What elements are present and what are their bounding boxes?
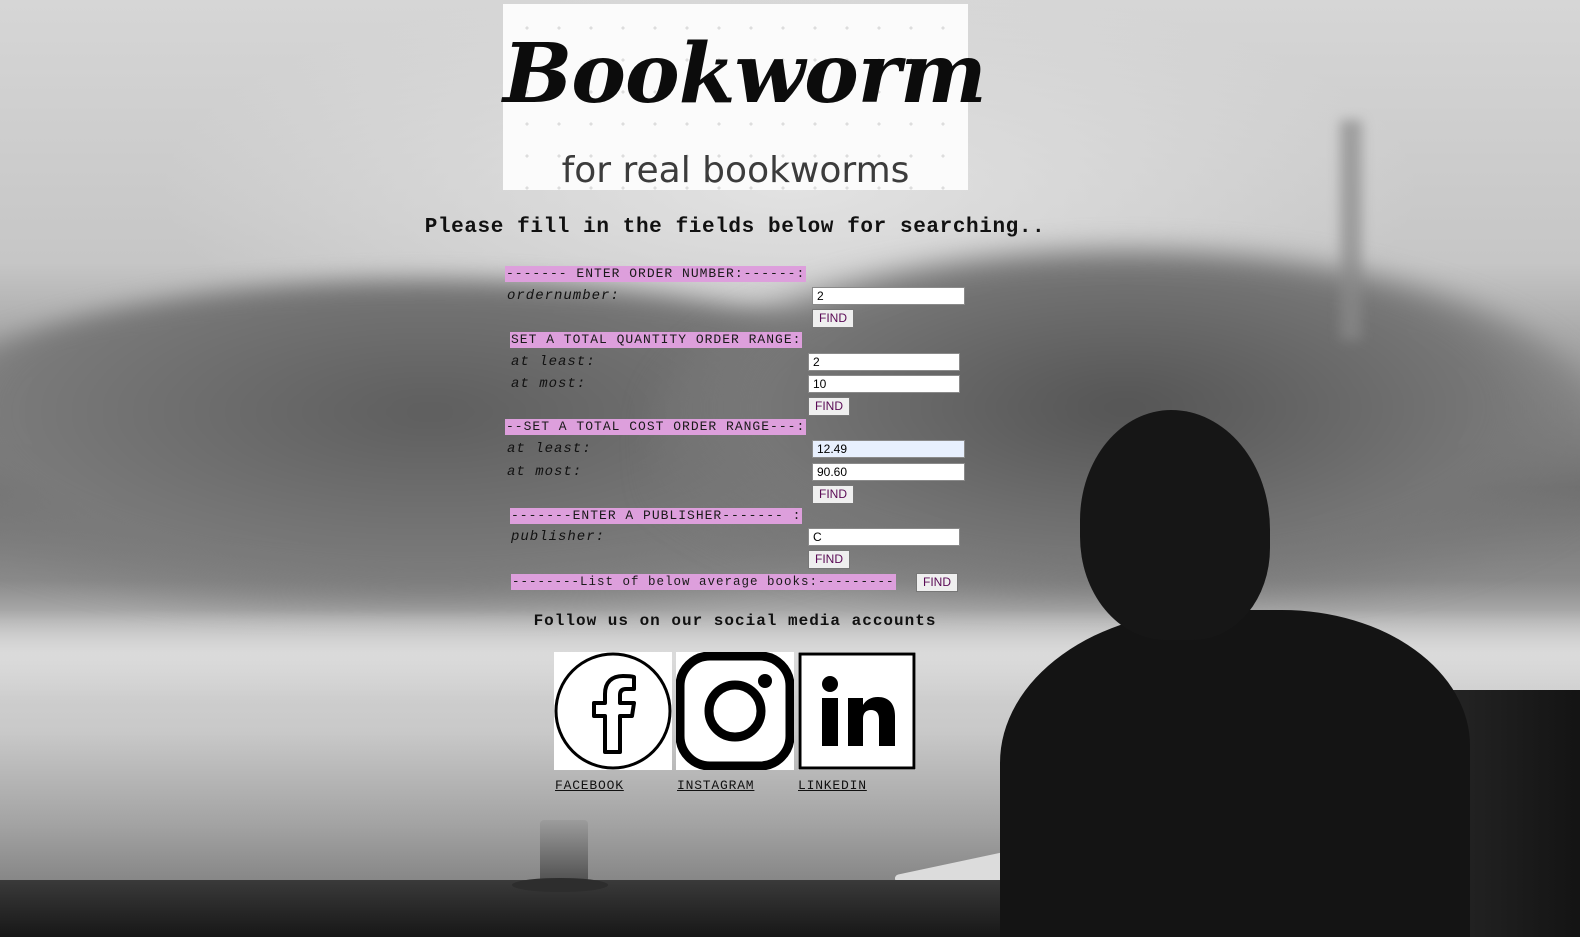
- cost-least-input[interactable]: [812, 440, 965, 458]
- quantity-least-label: at least:: [511, 354, 596, 370]
- cost-most-label: at most:: [507, 464, 583, 480]
- ordernumber-input[interactable]: [812, 287, 965, 305]
- cost-most-input[interactable]: [812, 463, 965, 481]
- quantity-most-label: at most:: [511, 376, 587, 392]
- publisher-input[interactable]: [808, 528, 960, 546]
- find-order-button[interactable]: FIND: [812, 309, 854, 328]
- find-below-average-button[interactable]: FIND: [916, 573, 958, 592]
- cost-least-label: at least:: [507, 441, 592, 457]
- find-publisher-button[interactable]: FIND: [808, 550, 850, 569]
- logo-tagline: for real bookworms: [561, 150, 910, 191]
- find-quantity-button[interactable]: FIND: [808, 397, 850, 416]
- instagram-icon[interactable]: [675, 651, 795, 771]
- page-heading: Please fill in the fields below for sear…: [424, 216, 1046, 239]
- quantity-most-input[interactable]: [808, 375, 960, 393]
- find-cost-button[interactable]: FIND: [812, 485, 854, 504]
- publisher-label: publisher:: [511, 529, 606, 545]
- cost-range-band: --SET A TOTAL COST ORDER RANGE---:: [505, 419, 807, 435]
- facebook-link[interactable]: FACEBOOK: [555, 778, 624, 793]
- bookworm-logo: Bookworm for real bookworms: [503, 4, 987, 191]
- quantity-least-input[interactable]: [808, 353, 960, 371]
- linkedin-link[interactable]: LINKEDIN: [798, 778, 867, 793]
- facebook-icon[interactable]: [554, 652, 672, 770]
- instagram-link[interactable]: INSTAGRAM: [677, 778, 754, 793]
- quantity-range-band: SET A TOTAL QUANTITY ORDER RANGE:: [510, 332, 803, 348]
- ordernumber-label: ordernumber:: [507, 288, 620, 304]
- follow-text: Follow us on our social media accounts: [533, 612, 937, 630]
- logo-title: Bookworm: [503, 26, 987, 122]
- linkedin-icon[interactable]: [798, 652, 916, 770]
- publisher-band: -------ENTER A PUBLISHER------- :: [510, 508, 803, 524]
- order-number-band: ------- ENTER ORDER NUMBER:------:: [505, 266, 807, 282]
- below-average-band: --------List of below average books:----…: [511, 574, 896, 590]
